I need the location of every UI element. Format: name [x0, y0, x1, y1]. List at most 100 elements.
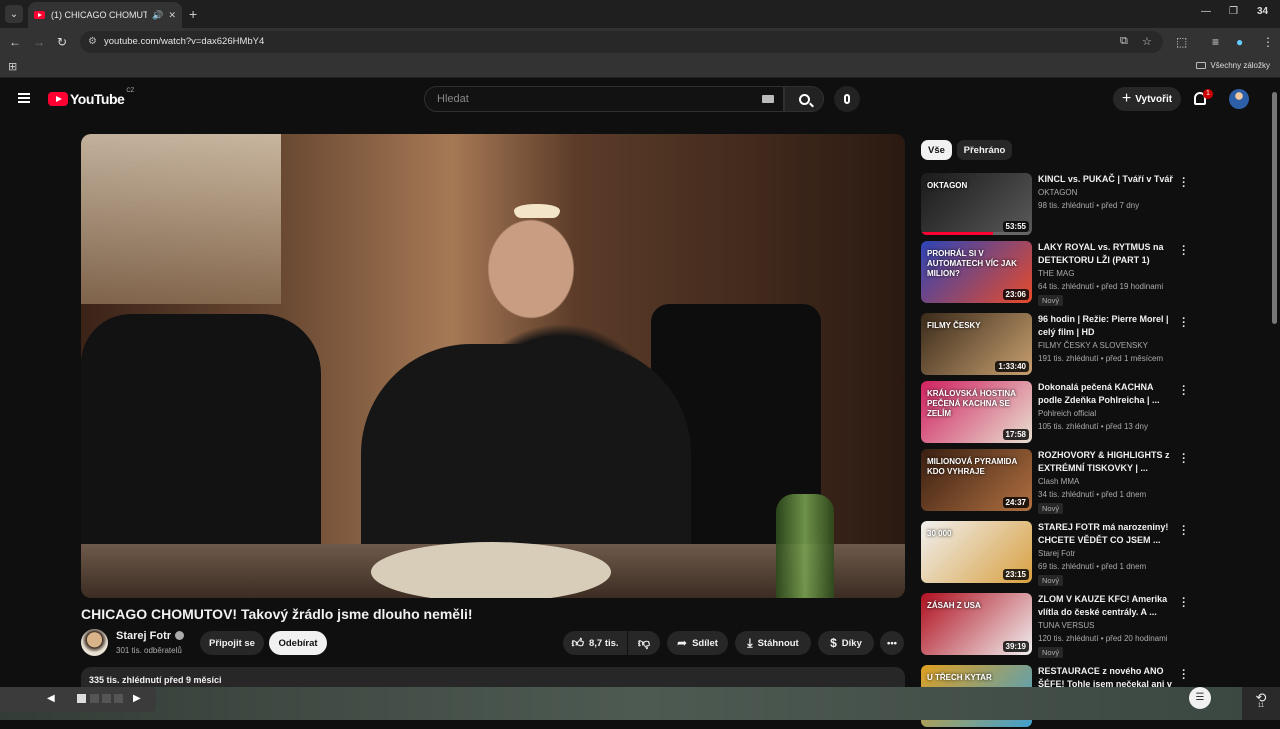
reload-icon[interactable]: ↻: [57, 35, 67, 49]
apps-grid-icon[interactable]: ⊞: [8, 60, 17, 73]
prev-arrow-icon[interactable]: ◀: [47, 693, 55, 704]
url-text: youtube.com/watch?v=dax626HMbY4: [104, 36, 265, 47]
recommendation-channel[interactable]: FILMY ČESKY A SLOVENSKY: [1038, 341, 1148, 350]
join-button[interactable]: Připojit se: [200, 631, 264, 655]
minimize-icon[interactable]: —: [1201, 6, 1211, 17]
profile-icon[interactable]: ●: [1236, 35, 1243, 49]
audio-icon[interactable]: 🔊: [152, 10, 163, 21]
address-bar[interactable]: ⚙ youtube.com/watch?v=dax626HMbY4 ⧉ ☆: [80, 31, 1163, 53]
back-icon[interactable]: ←: [9, 35, 21, 49]
folder-icon: [1196, 62, 1207, 69]
recommendation-item[interactable]: MILIONOVÁ PYRAMIDA KDO VYHRAJE 24:37 ROZHO…: [921, 449, 1191, 514]
video-frame-plate: [371, 542, 611, 598]
recommendation-thumbnail[interactable]: FILMY ČESKY 1:33:40: [921, 313, 1032, 375]
video-player[interactable]: [81, 134, 905, 598]
watch-progress-fill: [921, 232, 994, 235]
recommendation-item[interactable]: FILMY ČESKY 1:33:40 96 hodin | Režie: Pier…: [921, 313, 1191, 377]
recommendation-item[interactable]: KRÁLOVSKÁ HOSTINA PEČENÁ KACHNA SE ZELÍM…: [921, 381, 1191, 445]
recommendation-title[interactable]: 96 hodin | Režie: Pierre Morel | celý fi…: [1038, 313, 1178, 338]
reading-list-icon[interactable]: ≡: [1212, 35, 1219, 49]
recommendation-channel[interactable]: Clash MMA: [1038, 477, 1079, 486]
close-tab-icon[interactable]: ✕: [168, 10, 176, 21]
recommendation-title[interactable]: ROZHOVORY & HIGHLIGHTS z EXTRÉMNÍ TISKOV…: [1038, 449, 1178, 474]
more-vertical-icon[interactable]: · · ·: [1181, 594, 1187, 613]
page-scrollbar[interactable]: [1272, 92, 1277, 324]
recommendation-title[interactable]: Dokonalá pečená KACHNA podle Zdeňka Pohl…: [1038, 381, 1178, 406]
more-vertical-icon[interactable]: · · ·: [1181, 666, 1187, 685]
download-button[interactable]: ⤓ Stáhnout: [735, 631, 811, 655]
recommendation-item[interactable]: 30 000 23:15 STAREJ FOTR má narozeniny! CH…: [921, 521, 1191, 586]
all-bookmarks-button[interactable]: Všechny záložky: [1196, 61, 1270, 70]
hamburger-menu-icon[interactable]: [18, 93, 30, 103]
recommendation-item[interactable]: OKTAGON 53:55 KINCL vs. PUKAČ | Tváří v Tv…: [921, 173, 1191, 237]
watch-progress-bar: [921, 232, 1032, 235]
recommendation-title[interactable]: KINCL vs. PUKAČ | Tváří v Tvář: [1038, 173, 1178, 186]
recommendation-title[interactable]: ZLOM V KAUZE KFC! Amerika vlítla do česk…: [1038, 593, 1178, 618]
account-avatar[interactable]: [1229, 89, 1249, 109]
next-arrow-icon[interactable]: ▶: [133, 693, 141, 704]
extensions-icon[interactable]: ⬚: [1176, 35, 1187, 49]
chip-watched[interactable]: Přehráno: [957, 140, 1012, 160]
recommendation-channel[interactable]: TUNA VERSUS: [1038, 621, 1094, 630]
forward-icon[interactable]: →: [33, 35, 45, 49]
history-clock-icon[interactable]: ⟲ 11: [1242, 687, 1280, 720]
more-vertical-icon[interactable]: · · ·: [1181, 522, 1187, 541]
recommendation-item[interactable]: ZÁSAH Z USA 39:19 ZLOM V KAUZE KFC! Amerik…: [921, 593, 1191, 658]
voice-search-button[interactable]: [834, 86, 860, 112]
recommendation-thumbnail[interactable]: MILIONOVÁ PYRAMIDA KDO VYHRAJE 24:37: [921, 449, 1032, 511]
like-button[interactable]: 👍︎ 8,7 tis.: [563, 631, 627, 655]
site-info-icon[interactable]: ⚙: [88, 36, 97, 47]
browser-tab[interactable]: (1) CHICAGO CHOMUTOV 🔊 ✕: [28, 2, 182, 28]
more-vertical-icon[interactable]: · · ·: [1181, 242, 1187, 261]
menu-list-icon[interactable]: ☰: [1189, 687, 1211, 709]
dislike-button[interactable]: 👎︎: [628, 631, 660, 655]
search-button[interactable]: [784, 86, 824, 112]
new-badge: Nový: [1038, 295, 1064, 306]
video-title: CHICAGO CHOMUTOV! Takový žrádlo jsme dlo…: [81, 606, 473, 622]
more-vertical-icon[interactable]: · · ·: [1181, 450, 1187, 469]
page-switcher: ◀ ▶: [0, 687, 156, 712]
keyboard-icon[interactable]: [762, 95, 774, 103]
recommendation-thumbnail[interactable]: OKTAGON 53:55: [921, 173, 1032, 235]
recommendation-channel[interactable]: Starej Fotr: [1038, 549, 1075, 558]
new-badge: Nový: [1038, 503, 1064, 514]
tab-title: (1) CHICAGO CHOMUTOV: [51, 10, 148, 20]
recommendation-thumbnail[interactable]: ZÁSAH Z USA 39:19: [921, 593, 1032, 655]
page-dot-icon[interactable]: [77, 694, 86, 703]
create-button[interactable]: + Vytvořit: [1113, 87, 1181, 111]
thumbs-up-icon: 👍︎: [571, 635, 584, 650]
recommendation-thumbnail[interactable]: 30 000 23:15: [921, 521, 1032, 583]
recommendation-meta: 105 tis. zhlédnutí • před 13 dny: [1038, 422, 1148, 431]
recommendation-channel[interactable]: Pohlreich official: [1038, 409, 1096, 418]
recommendation-channel[interactable]: THE MAG: [1038, 269, 1074, 278]
tab-search-button[interactable]: ⌄: [5, 5, 23, 23]
search-input[interactable]: [424, 86, 784, 112]
more-vertical-icon[interactable]: · · ·: [1181, 382, 1187, 401]
channel-name-link[interactable]: Starej Fotr: [116, 630, 185, 642]
bookmark-star-icon[interactable]: ☆: [1142, 35, 1152, 48]
more-vertical-icon[interactable]: · · ·: [1181, 174, 1187, 193]
recommendation-meta: 191 tis. zhlédnutí • před 1 měsícem: [1038, 354, 1164, 363]
restore-icon[interactable]: ❐: [1229, 6, 1238, 17]
page-dot-icon[interactable]: [102, 694, 111, 703]
page-dot-icon[interactable]: [90, 694, 99, 703]
page-dot-icon[interactable]: [114, 694, 123, 703]
subscribe-button[interactable]: Odebírat: [269, 631, 327, 655]
share-button[interactable]: ➦ Sdílet: [667, 631, 728, 655]
more-actions-button[interactable]: •••: [880, 631, 904, 655]
recommendation-title[interactable]: LAKY ROYAL vs. RYTMUS na DETEKTORU LŽI (…: [1038, 241, 1178, 266]
more-vertical-icon[interactable]: · · ·: [1181, 314, 1187, 333]
youtube-logo[interactable]: YouTube CZ: [48, 88, 134, 107]
cast-icon[interactable]: ⧉: [1120, 35, 1128, 48]
channel-avatar[interactable]: [81, 629, 108, 656]
new-tab-button[interactable]: +: [189, 6, 197, 22]
recommendation-thumbnail[interactable]: PROHRÁL SI V AUTOMATECH VÍC JAK MILION? 2…: [921, 241, 1032, 303]
recommendation-thumbnail[interactable]: KRÁLOVSKÁ HOSTINA PEČENÁ KACHNA SE ZELÍM…: [921, 381, 1032, 443]
recommendation-channel[interactable]: OKTAGON: [1038, 188, 1077, 197]
thanks-button[interactable]: $ Díky: [818, 631, 874, 655]
recommendation-title[interactable]: STAREJ FOTR má narozeniny! CHCETE VĚDĚT …: [1038, 521, 1178, 546]
chip-all[interactable]: Vše: [921, 140, 952, 160]
recommendation-item[interactable]: PROHRÁL SI V AUTOMATECH VÍC JAK MILION? 2…: [921, 241, 1191, 306]
duration-badge: 39:19: [1002, 641, 1029, 652]
menu-icon[interactable]: ⋮: [1262, 35, 1274, 49]
